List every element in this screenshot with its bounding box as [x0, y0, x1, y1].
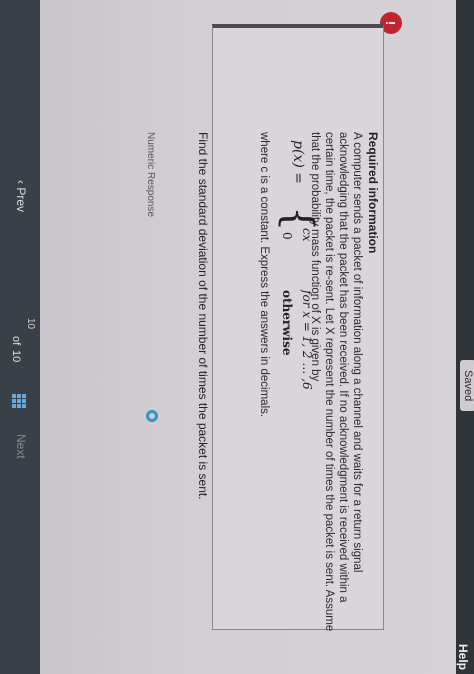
- question-prompt: Find the standard deviation of the numbe…: [196, 132, 210, 500]
- required-info-title: Required information: [366, 132, 380, 254]
- top-bar: Saved Help: [456, 0, 474, 674]
- pmf-case1-condition: for x = 1, 2 … ,6: [300, 290, 314, 390]
- page-total: 10: [10, 350, 22, 363]
- app-view: Saved Help ! Required information A comp…: [0, 0, 474, 674]
- prev-label: Prev: [14, 187, 28, 213]
- grid-icon[interactable]: [12, 394, 26, 408]
- pmf-lhs: p(x) =: [290, 140, 306, 184]
- pmf-case2-condition: otherwise: [280, 290, 294, 356]
- current-page: 10: [25, 318, 36, 330]
- prev-button[interactable]: ‹ Prev: [14, 180, 28, 212]
- pmf-case1-value: cx: [300, 228, 314, 242]
- page-of-label: of: [10, 336, 22, 346]
- required-info-tail: where c is a constant. Express the answe…: [258, 132, 270, 418]
- numeric-response-label: Numeric Response: [145, 132, 156, 218]
- pmf-case2-value: 0: [280, 232, 294, 240]
- next-button[interactable]: Next: [14, 434, 28, 459]
- response-radio[interactable]: [146, 410, 158, 422]
- saved-status: Saved: [460, 360, 474, 412]
- help-link[interactable]: Help: [456, 644, 470, 670]
- pmf-formula: p(x) = { cx for x = 1, 2 … ,6 0 otherwis…: [272, 140, 321, 500]
